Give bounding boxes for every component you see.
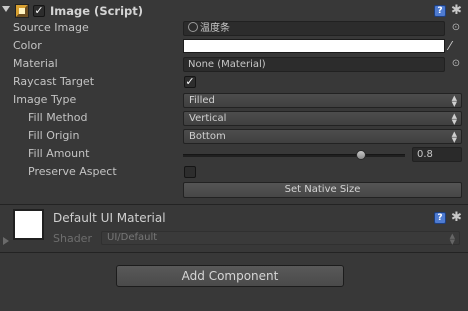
fill-origin-dropdown[interactable]: Bottom ▲ ▼ [183,129,462,144]
fill-method-dropdown[interactable]: Vertical ▲ ▼ [183,111,462,126]
foldout-arrow-icon[interactable] [2,6,10,12]
sprite-icon [188,22,198,32]
image-type-value: Filled [189,95,215,106]
add-component-button[interactable]: Add Component [116,265,344,287]
fill-amount-input[interactable]: 0.8 [412,147,462,162]
component-enabled-checkbox[interactable]: ✓ [33,5,45,17]
object-picker-icon[interactable]: ⊙ [450,22,462,34]
set-native-size-button[interactable]: Set Native Size [183,182,462,198]
gear-icon[interactable]: ✱ [451,211,465,225]
eyedropper-icon[interactable]: ⁄ [449,39,461,53]
section-divider [0,252,468,253]
color-swatch[interactable] [183,39,445,53]
object-picker-icon[interactable]: ⊙ [450,58,462,70]
shader-dropdown: UI/Default ▲ ▼ [101,231,460,246]
fill-amount-slider-thumb[interactable] [355,150,366,160]
color-label: Color [13,39,42,52]
fill-origin-label: Fill Origin [28,129,80,142]
source-image-label: Source Image [13,21,89,34]
material-preview-thumbnail [13,209,44,240]
raycast-target-label: Raycast Target [13,75,95,88]
source-image-value: 温度条 [200,23,230,34]
shader-label: Shader [53,232,92,245]
preserve-aspect-label: Preserve Aspect [28,165,117,178]
shader-value: UI/Default [107,232,158,243]
dropdown-arrows-icon: ▲ ▼ [451,94,457,108]
preserve-aspect-checkbox[interactable] [184,166,196,178]
image-type-dropdown[interactable]: Filled ▲ ▼ [183,93,462,108]
dropdown-arrows-icon: ▲ ▼ [451,130,457,144]
fill-origin-value: Bottom [189,131,226,142]
dropdown-arrows-icon: ▲ ▼ [449,232,455,246]
section-divider [0,204,468,205]
fill-method-value: Vertical [189,113,227,124]
material-label: Material [13,57,58,70]
image-component-icon [15,4,29,18]
component-title: Image (Script) [50,4,144,18]
source-image-field[interactable]: 温度条 [183,21,445,36]
image-type-label: Image Type [13,93,77,106]
material-title: Default UI Material [53,211,166,225]
dropdown-arrows-icon: ▲ ▼ [451,112,457,126]
fill-amount-slider-track[interactable] [183,154,405,157]
fill-method-label: Fill Method [28,111,88,124]
fill-amount-label: Fill Amount [28,147,90,160]
help-icon[interactable]: ? [434,5,446,17]
gear-icon[interactable]: ✱ [451,4,465,18]
help-icon[interactable]: ? [434,212,446,224]
material-foldout-arrow-icon[interactable] [3,237,9,245]
raycast-target-checkbox[interactable]: ✓ [184,76,196,88]
material-field[interactable]: None (Material) [183,57,445,72]
